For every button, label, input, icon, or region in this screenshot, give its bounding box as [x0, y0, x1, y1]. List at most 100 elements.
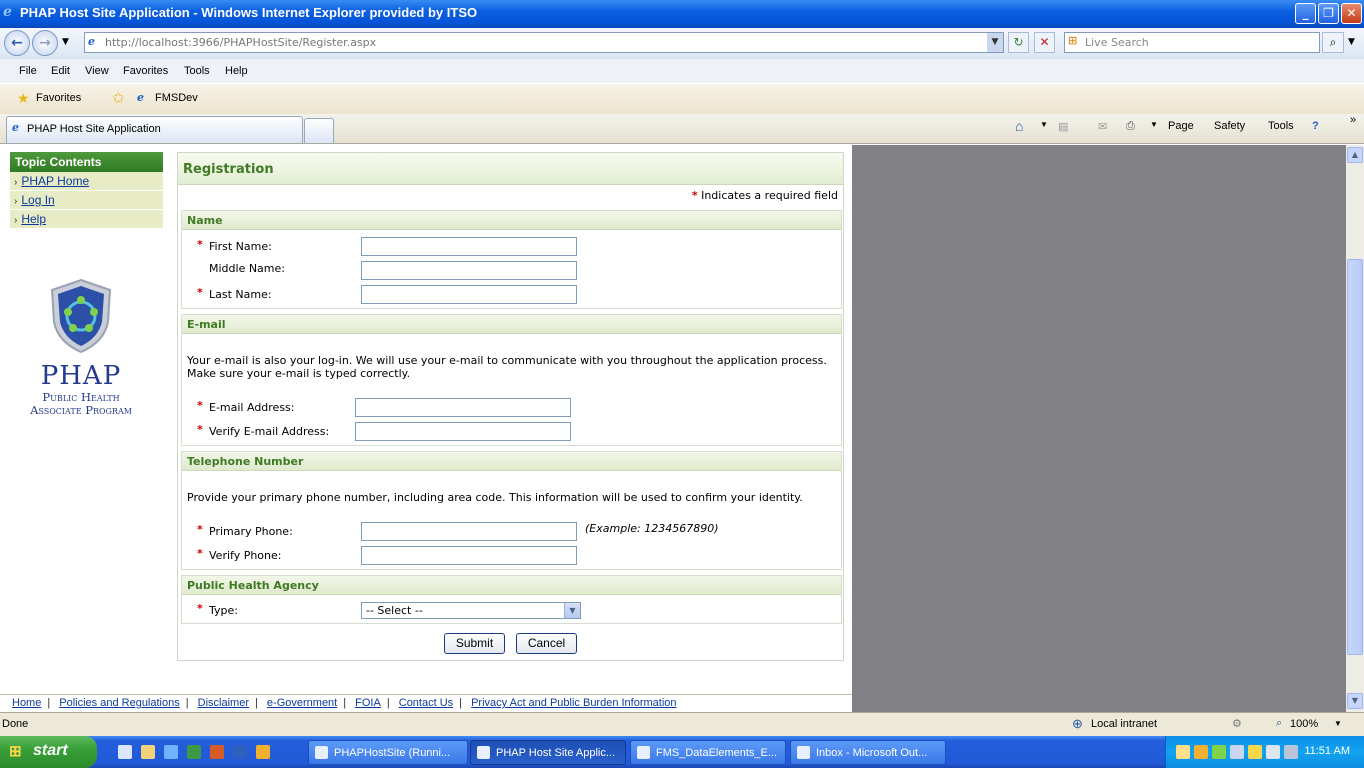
tray-volume-icon[interactable] — [1266, 745, 1280, 762]
tray-security-icon[interactable] — [1212, 745, 1226, 762]
name-section: Name * First Name: Middle Name: * Last N… — [181, 210, 842, 309]
zoom-dropdown-icon[interactable]: ▼ — [1334, 719, 1342, 728]
menu-tools[interactable]: Tools — [184, 65, 210, 77]
tools-menu[interactable]: Tools — [1268, 120, 1294, 132]
quicklaunch-excel-icon[interactable] — [187, 745, 201, 762]
print-icon[interactable]: ⎙ — [1126, 120, 1135, 133]
forward-button[interactable]: → — [32, 30, 58, 56]
more-commands-icon[interactable]: » — [1350, 114, 1356, 126]
menu-file[interactable]: File — [19, 65, 37, 77]
menu-favorites[interactable]: Favorites — [123, 65, 168, 77]
tray-shield-icon[interactable] — [1248, 745, 1262, 762]
taskbar-item-label: PHAP Host Site Applic... — [496, 747, 616, 759]
mail-icon[interactable]: ✉ — [1098, 120, 1107, 133]
scroll-up-icon[interactable]: ▲ — [1347, 147, 1363, 163]
back-button[interactable]: ← — [4, 30, 30, 56]
tray-outlook-icon[interactable] — [1194, 745, 1208, 762]
menu-edit[interactable]: Edit — [51, 65, 70, 77]
recent-pages-dropdown-icon[interactable]: ▼ — [62, 37, 69, 47]
footer-separator: | — [255, 697, 258, 709]
tray-network-icon[interactable] — [1230, 745, 1244, 762]
footer-disclaimer-link[interactable]: Disclaimer — [198, 697, 249, 709]
windows-logo-icon: ⊞ — [9, 743, 22, 760]
menu-view[interactable]: View — [85, 65, 109, 77]
cancel-button[interactable]: Cancel — [516, 633, 577, 654]
email-section: E-mail Your e-mail is also your log-in. … — [181, 314, 842, 446]
address-field[interactable]: e http://localhost:3966/PHAPHostSite/Reg… — [84, 32, 1004, 53]
home-dropdown-icon[interactable]: ▼ — [1040, 120, 1048, 129]
vertical-scrollbar[interactable]: ▲ ▼ — [1346, 145, 1364, 712]
fav-link-fmsdev[interactable]: FMSDev — [155, 92, 198, 104]
footer-privacy-link[interactable]: Privacy Act and Public Burden Informatio… — [471, 697, 676, 709]
page-background — [852, 145, 1346, 712]
feeds-icon[interactable]: ▤ — [1058, 120, 1068, 133]
search-button[interactable]: ⌕ — [1322, 32, 1344, 53]
start-button[interactable]: ⊞ start — [0, 736, 97, 768]
taskbar-item-fms[interactable]: FMS_DataElements_E... — [630, 740, 786, 765]
agency-type-select[interactable]: -- Select -- ▼ — [361, 602, 581, 619]
taskbar-item-outlook[interactable]: Inbox - Microsoft Out... — [790, 740, 946, 765]
new-tab-button[interactable] — [304, 118, 334, 143]
taskbar-item-ie[interactable]: PHAP Host Site Applic... — [470, 740, 626, 765]
quicklaunch-ie-icon[interactable] — [164, 745, 178, 762]
search-options-icon[interactable]: ▼ — [1348, 37, 1355, 47]
submit-button[interactable]: Submit — [444, 633, 505, 654]
maximize-button[interactable]: ❐ — [1318, 3, 1339, 24]
footer-policies-link[interactable]: Policies and Regulations — [59, 697, 179, 709]
search-input[interactable]: ⊞ Live Search — [1064, 32, 1320, 53]
footer-contact-link[interactable]: Contact Us — [399, 697, 453, 709]
page-menu[interactable]: Page — [1168, 120, 1194, 132]
quicklaunch-outlook-icon[interactable] — [256, 745, 270, 762]
home-icon[interactable]: ⌂ — [1015, 118, 1023, 134]
footer-foia-link[interactable]: FOIA — [355, 697, 381, 709]
safety-menu[interactable]: Safety — [1214, 120, 1245, 132]
primary-phone-input[interactable] — [361, 522, 577, 541]
tray-mail-icon[interactable] — [1176, 745, 1190, 762]
start-label: start — [33, 742, 68, 759]
registration-header: Registration — [178, 153, 843, 185]
minimize-button[interactable]: _ — [1295, 3, 1316, 24]
sidebar: Topic Contents › PHAP Home › Log In › Help — [10, 152, 163, 229]
verify-phone-input[interactable] — [361, 546, 577, 565]
first-name-input[interactable] — [361, 237, 577, 256]
menu-help[interactable]: Help — [225, 65, 248, 77]
last-name-label: Last Name: — [209, 288, 272, 301]
phone-heading: Telephone Number — [182, 452, 841, 471]
tab-phap[interactable]: e PHAP Host Site Application — [6, 116, 303, 143]
help-icon[interactable]: ? — [1312, 120, 1319, 132]
refresh-button[interactable]: ↻ — [1008, 32, 1029, 53]
search-placeholder: Live Search — [1085, 36, 1149, 49]
favorites-bar: ★ Favorites ✩ e FMSDev — [0, 84, 1364, 114]
zoom-level[interactable]: 100% — [1290, 718, 1318, 730]
required-mark: * — [197, 238, 203, 251]
print-dropdown-icon[interactable]: ▼ — [1150, 120, 1158, 129]
close-window-button[interactable]: ✕ — [1341, 3, 1362, 24]
log-in-link[interactable]: Log In — [21, 193, 54, 207]
logo-acronym: PHAP — [40, 361, 122, 391]
quicklaunch-explorer-icon[interactable] — [141, 745, 155, 762]
zoom-icon: ⌕ — [1276, 717, 1283, 729]
add-favorite-icon[interactable]: ✩ — [112, 89, 125, 107]
bullet-icon: › — [14, 215, 18, 226]
phap-home-link[interactable]: PHAP Home — [21, 174, 89, 188]
taskbar-item-phaphostsite[interactable]: PHAPHostSite (Runni... — [308, 740, 468, 765]
quicklaunch-desktop-icon[interactable] — [118, 745, 132, 762]
scroll-down-icon[interactable]: ▼ — [1347, 693, 1363, 709]
protected-mode-icon[interactable]: ⚙ — [1232, 717, 1242, 730]
address-dropdown-icon[interactable]: ▼ — [987, 33, 1003, 52]
help-link[interactable]: Help — [21, 212, 46, 226]
scroll-thumb[interactable] — [1347, 259, 1363, 655]
email-address-input[interactable] — [355, 398, 571, 417]
quicklaunch-powerpoint-icon[interactable] — [210, 745, 224, 762]
stop-button[interactable]: ✕ — [1034, 32, 1055, 53]
favorites-button[interactable]: Favorites — [36, 92, 81, 104]
footer-egov-link[interactable]: e-Government — [267, 697, 337, 709]
last-name-input[interactable] — [361, 285, 577, 304]
quicklaunch-word-icon[interactable] — [233, 745, 247, 762]
agency-type-label: Type: — [209, 604, 238, 617]
middle-name-input[interactable] — [361, 261, 577, 280]
app-icon — [637, 746, 650, 759]
verify-email-input[interactable] — [355, 422, 571, 441]
tray-update-icon[interactable] — [1284, 745, 1298, 762]
footer-home-link[interactable]: Home — [12, 697, 41, 709]
